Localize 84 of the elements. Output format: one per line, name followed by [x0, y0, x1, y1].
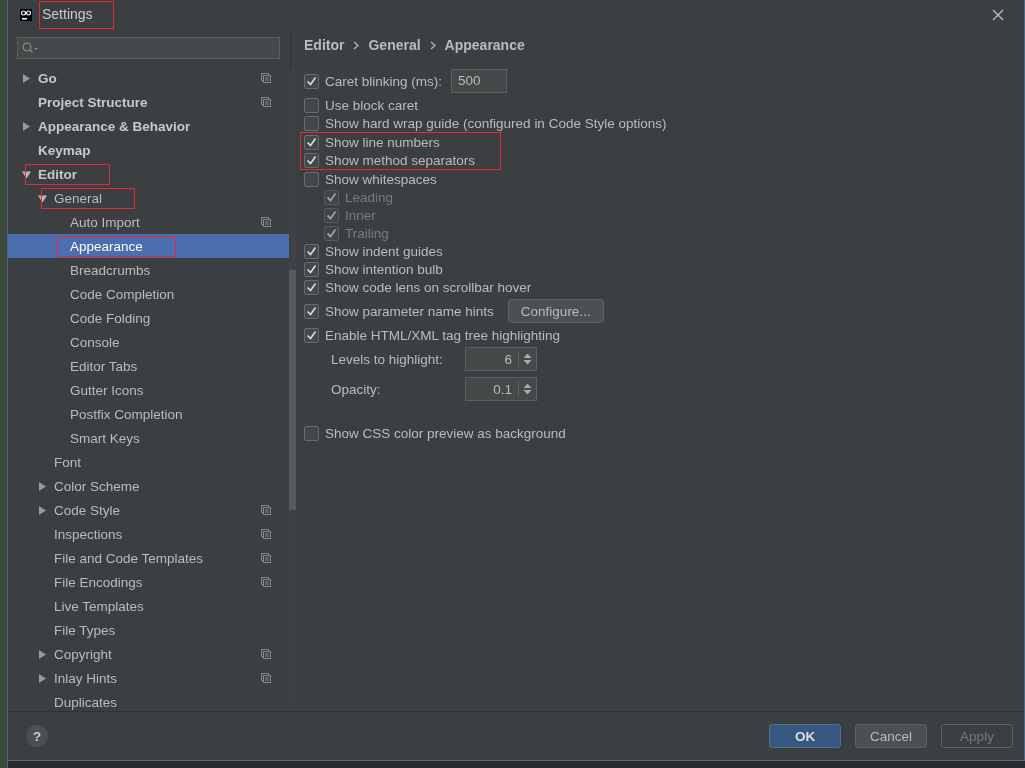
- checkbox[interactable]: [304, 279, 319, 295]
- option-label: Enable HTML/XML tag tree highlighting: [325, 327, 561, 343]
- tree-item[interactable]: Smart Keys: [8, 426, 290, 450]
- expand-arrow-icon[interactable]: [38, 505, 47, 515]
- tree-item[interactable]: Duplicates: [8, 690, 290, 711]
- option-label: Show method separators: [325, 152, 476, 168]
- dialog-button[interactable]: OK: [769, 724, 841, 748]
- configure-button[interactable]: Configure...: [507, 299, 604, 323]
- option-label: Show hard wrap guide (configured in Code Style options): [325, 115, 667, 131]
- help-button[interactable]: ?: [26, 725, 48, 747]
- option-label: Show line numbers: [325, 134, 440, 150]
- tree-item[interactable]: Color Scheme: [8, 474, 290, 498]
- tree-item[interactable]: Live Templates: [8, 594, 290, 618]
- expand-arrow-icon[interactable]: [22, 169, 31, 179]
- tree-item[interactable]: Code Completion: [8, 282, 290, 306]
- checkbox[interactable]: [304, 73, 319, 89]
- spinner-label: Opacity:: [331, 381, 382, 397]
- checkbox[interactable]: [304, 243, 319, 259]
- checkbox[interactable]: [304, 97, 319, 113]
- checkbox[interactable]: [304, 152, 319, 168]
- search-icon: [22, 42, 38, 54]
- search-field[interactable]: [17, 37, 280, 59]
- tree-item[interactable]: Inspections: [8, 522, 290, 546]
- option-label: Show CSS color preview as background: [325, 425, 566, 441]
- tree-item[interactable]: Font: [8, 450, 290, 474]
- option-label: Trailing: [345, 225, 389, 241]
- expand-arrow-icon[interactable]: [22, 121, 31, 131]
- tree-item[interactable]: Project Structure: [8, 90, 290, 114]
- tree-item[interactable]: Appearance & Behavior: [8, 114, 290, 138]
- tree-item[interactable]: Code Folding: [8, 306, 290, 330]
- tree-item[interactable]: Postfix Completion: [8, 402, 290, 426]
- checkbox[interactable]: [304, 327, 319, 343]
- tree-item[interactable]: General: [8, 186, 290, 210]
- tree-item[interactable]: Editor: [8, 162, 290, 186]
- tree-item[interactable]: Code Style: [8, 498, 290, 522]
- dialog-button[interactable]: Cancel: [855, 724, 927, 748]
- tree-item[interactable]: Editor Tabs: [8, 354, 290, 378]
- option-label: Leading: [345, 189, 394, 205]
- expand-arrow-icon[interactable]: [38, 481, 47, 491]
- option-label: Show indent guides: [325, 243, 443, 259]
- checkbox[interactable]: [304, 261, 319, 277]
- stepper-icon[interactable]: [523, 383, 532, 395]
- tree-item[interactable]: Copyright: [8, 642, 290, 666]
- expand-arrow-icon[interactable]: [38, 673, 47, 683]
- breadcrumb-item: Editor: [304, 37, 345, 53]
- tree-item[interactable]: Gutter Icons: [8, 378, 290, 402]
- spinner-label: Levels to highlight:: [331, 351, 444, 367]
- option-label: Inner: [345, 207, 376, 223]
- tree-item[interactable]: Keymap: [8, 138, 290, 162]
- number-field[interactable]: 500: [451, 69, 508, 93]
- option-label: Use block caret: [325, 97, 419, 113]
- spinner-field[interactable]: 6: [465, 347, 537, 371]
- close-icon[interactable]: [992, 9, 1004, 21]
- tree-item[interactable]: Breadcrumbs: [8, 258, 290, 282]
- checkbox[interactable]: [304, 134, 319, 150]
- app-logo-icon: [19, 8, 33, 22]
- spinner-field[interactable]: 0.1: [465, 377, 537, 401]
- tree-item[interactable]: Inlay Hints: [8, 666, 290, 690]
- tree-item[interactable]: Go: [8, 66, 290, 90]
- checkbox[interactable]: [304, 171, 319, 187]
- option-label: Show whitespaces: [325, 171, 437, 187]
- tree-item[interactable]: File Encodings: [8, 570, 290, 594]
- scrollbar-thumb[interactable]: [289, 270, 296, 510]
- breadcrumb-item: General: [368, 37, 421, 53]
- stepper-icon[interactable]: [523, 353, 532, 365]
- tree-item[interactable]: File Types: [8, 618, 290, 642]
- tree-item[interactable]: Auto Import: [8, 210, 290, 234]
- expand-arrow-icon[interactable]: [38, 649, 47, 659]
- option-label: Show parameter name hints: [325, 303, 494, 319]
- option-label: Caret blinking (ms):: [325, 73, 443, 89]
- chevron-icon: [353, 40, 360, 50]
- tree-item[interactable]: File and Code Templates: [8, 546, 290, 570]
- checkbox[interactable]: [304, 425, 319, 441]
- window-title: Settings: [39, 1, 114, 29]
- option-label: Show code lens on scrollbar hover: [325, 279, 532, 295]
- option-label: Show intention bulb: [325, 261, 443, 277]
- expand-arrow-icon[interactable]: [22, 73, 31, 83]
- tree-item[interactable]: Appearance: [8, 234, 290, 258]
- checkbox[interactable]: [304, 115, 319, 131]
- expand-arrow-icon[interactable]: [38, 193, 47, 203]
- checkbox[interactable]: [304, 303, 319, 319]
- tree-item[interactable]: Console: [8, 330, 290, 354]
- chevron-icon: [429, 40, 436, 50]
- breadcrumb-item: Appearance: [444, 37, 525, 53]
